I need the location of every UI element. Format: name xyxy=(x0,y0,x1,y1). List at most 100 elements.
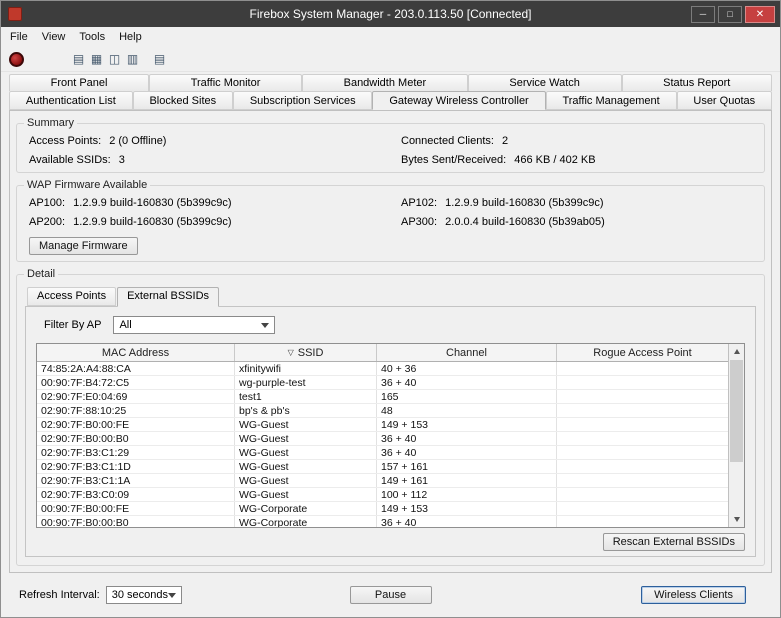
pause-record-icon[interactable] xyxy=(9,52,24,67)
performance-console-icon[interactable]: ▥ xyxy=(124,51,141,68)
toolbar: ▤ ▦ ◫ ▥ ▤ xyxy=(1,47,780,72)
manage-firmware-button[interactable]: Manage Firmware xyxy=(29,237,138,255)
summary-item: Connected Clients: 2 xyxy=(401,135,756,147)
cell-rogue-access-point xyxy=(557,362,728,375)
firmware-item: AP200: 1.2.9.9 build-160830 (5b399c9c) xyxy=(29,216,401,228)
scroll-down-icon[interactable] xyxy=(729,512,744,527)
cell-channel: 149 + 153 xyxy=(377,502,557,515)
cell-rogue-access-point xyxy=(557,474,728,487)
close-button[interactable]: ✕ xyxy=(745,6,775,23)
table-row[interactable]: 02:90:7F:88:10:25 bp's & pb's 48 xyxy=(37,404,728,418)
filter-by-ap-select[interactable]: All xyxy=(113,316,275,334)
column-header-ssid[interactable]: ▽ SSID xyxy=(235,344,377,361)
cell-channel: 48 xyxy=(377,404,557,417)
summary-item-label: Connected Clients: xyxy=(401,135,494,147)
tab[interactable]: Gateway Wireless Controller xyxy=(372,91,545,110)
column-header-ssid-label: SSID xyxy=(298,347,324,359)
pause-button[interactable]: Pause xyxy=(350,586,432,604)
cell-channel: 36 + 40 xyxy=(377,376,557,389)
policy-manager-icon[interactable]: ▤ xyxy=(70,51,87,68)
wap-firmware-group-label: WAP Firmware Available xyxy=(24,179,150,191)
firmware-item: AP102: 1.2.9.9 build-160830 (5b399c9c) xyxy=(401,197,756,209)
wireless-clients-button[interactable]: Wireless Clients xyxy=(641,586,746,604)
detail-group-label: Detail xyxy=(24,268,58,280)
filter-row: Filter By AP All xyxy=(36,316,745,334)
summary-grid: Access Points: 2 (0 Offline) Connected C… xyxy=(29,135,756,166)
tab[interactable]: Traffic Management xyxy=(546,91,677,110)
table-row[interactable]: 02:90:7F:B3:C1:1A WG-Guest 149 + 161 xyxy=(37,474,728,488)
status-report-icon[interactable]: ▤ xyxy=(151,51,168,68)
maximize-button[interactable]: □ xyxy=(718,6,742,23)
cell-mac-address: 00:90:7F:B0:00:FE xyxy=(37,502,235,515)
cell-rogue-access-point xyxy=(557,446,728,459)
tab[interactable]: Service Watch xyxy=(468,74,622,91)
cell-mac-address: 02:90:7F:B3:C1:29 xyxy=(37,446,235,459)
menu-item[interactable]: File xyxy=(3,29,35,45)
cell-rogue-access-point xyxy=(557,460,728,473)
cell-channel: 165 xyxy=(377,390,557,403)
refresh-interval-value: 30 seconds xyxy=(112,589,168,601)
tab[interactable]: Subscription Services xyxy=(233,91,373,110)
scroll-up-icon[interactable] xyxy=(729,344,744,359)
cell-rogue-access-point xyxy=(557,418,728,431)
detail-tab[interactable]: Access Points xyxy=(27,287,116,306)
scrollbar-thumb[interactable] xyxy=(730,360,743,462)
rescan-external-bssids-button[interactable]: Rescan External BSSIDs xyxy=(603,533,745,551)
firmware-item: AP300: 2.0.0.4 build-160830 (5b39ab05) xyxy=(401,216,756,228)
firmware-item-value: 1.2.9.9 build-160830 (5b399c9c) xyxy=(73,216,231,228)
table-row[interactable]: 02:90:7F:B3:C0:09 WG-Guest 100 + 112 xyxy=(37,488,728,502)
table-row[interactable]: 00:90:7F:B4:72:C5 wg-purple-test 36 + 40 xyxy=(37,376,728,390)
external-bssids-panel: Filter By AP All MAC Address ▽ xyxy=(25,306,756,557)
tab[interactable]: Status Report xyxy=(622,74,772,91)
traffic-monitor-icon[interactable]: ▦ xyxy=(88,51,105,68)
menu-item[interactable]: View xyxy=(35,29,73,45)
cell-rogue-access-point xyxy=(557,376,728,389)
tab[interactable]: Blocked Sites xyxy=(133,91,233,110)
sort-indicator-icon: ▽ xyxy=(288,348,294,357)
table-row[interactable]: 02:90:7F:B0:00:B0 WG-Guest 36 + 40 xyxy=(37,432,728,446)
tab[interactable]: Traffic Monitor xyxy=(149,74,302,91)
cell-channel: 149 + 153 xyxy=(377,418,557,431)
tab-row-1: Front Panel Traffic Monitor Bandwidth Me… xyxy=(9,74,772,91)
menu-item[interactable]: Tools xyxy=(72,29,112,45)
table-row[interactable]: 02:90:7F:E0:04:69 test1 165 xyxy=(37,390,728,404)
tab[interactable]: User Quotas xyxy=(677,91,772,110)
gateway-wireless-controller-panel: Summary Access Points: 2 (0 Offline) Con… xyxy=(9,110,772,573)
cell-rogue-access-point xyxy=(557,502,728,515)
table-row[interactable]: 02:90:7F:B0:00:FE WG-Guest 149 + 153 xyxy=(37,418,728,432)
minimize-button[interactable]: ─ xyxy=(691,6,715,23)
firmware-item-value: 1.2.9.9 build-160830 (5b399c9c) xyxy=(445,197,603,209)
hostwatch-icon[interactable]: ◫ xyxy=(106,51,123,68)
detail-group: Detail Access Points External BSSIDs Fil… xyxy=(16,274,765,566)
column-header-rogue-access-point[interactable]: Rogue Access Point xyxy=(557,344,728,361)
column-header-channel[interactable]: Channel xyxy=(377,344,557,361)
summary-item: Available SSIDs: 3 xyxy=(29,154,401,166)
tab[interactable]: Front Panel xyxy=(9,74,149,91)
column-header-mac-address[interactable]: MAC Address xyxy=(37,344,235,361)
cell-rogue-access-point xyxy=(557,488,728,501)
summary-item-value: 3 xyxy=(119,154,125,166)
table-row[interactable]: 00:90:7F:B0:00:B0 WG-Corporate 36 + 40 xyxy=(37,516,728,527)
cell-rogue-access-point xyxy=(557,432,728,445)
table-header-row: MAC Address ▽ SSID Channel Rogue Access … xyxy=(37,344,728,362)
table-row[interactable]: 02:90:7F:B3:C1:1D WG-Guest 157 + 161 xyxy=(37,460,728,474)
cell-channel: 157 + 161 xyxy=(377,460,557,473)
bssid-table: MAC Address ▽ SSID Channel Rogue Access … xyxy=(36,343,745,528)
table-row[interactable]: 00:90:7F:B0:00:FE WG-Corporate 149 + 153 xyxy=(37,502,728,516)
table-row[interactable]: 74:85:2A:A4:88:CA xfinitywifi 40 + 36 xyxy=(37,362,728,376)
titlebar[interactable]: Firebox System Manager - 203.0.113.50 [C… xyxy=(1,1,780,27)
firmware-item-value: 1.2.9.9 build-160830 (5b399c9c) xyxy=(73,197,231,209)
cell-rogue-access-point xyxy=(557,516,728,527)
summary-item: Bytes Sent/Received: 466 KB / 402 KB xyxy=(401,154,756,166)
table-row[interactable]: 02:90:7F:B3:C1:29 WG-Guest 36 + 40 xyxy=(37,446,728,460)
vertical-scrollbar[interactable] xyxy=(728,344,744,527)
detail-tab[interactable]: External BSSIDs xyxy=(117,287,219,307)
refresh-interval-select[interactable]: 30 seconds xyxy=(106,586,182,604)
menu-item[interactable]: Help xyxy=(112,29,149,45)
cell-rogue-access-point xyxy=(557,404,728,417)
tab[interactable]: Authentication List xyxy=(9,91,133,110)
tab[interactable]: Bandwidth Meter xyxy=(302,74,468,91)
cell-mac-address: 00:90:7F:B4:72:C5 xyxy=(37,376,235,389)
cell-ssid: WG-Corporate xyxy=(235,516,377,527)
cell-channel: 100 + 112 xyxy=(377,488,557,501)
